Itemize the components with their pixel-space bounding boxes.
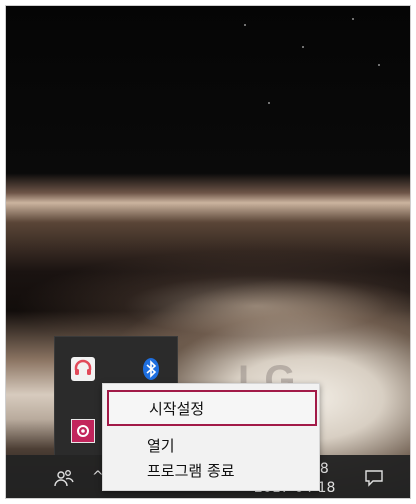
star-dot [244,24,246,26]
star-dot [378,64,380,66]
people-icon[interactable] [54,469,74,491]
star-dot [302,46,304,48]
action-center-icon[interactable] [364,469,384,491]
menu-item-start-settings[interactable]: 시작설정 [107,390,317,426]
settings-icon[interactable] [71,419,95,443]
menu-item-exit-program[interactable]: 프로그램 종료 [107,456,317,486]
star-dot [352,18,354,20]
headset-icon[interactable] [71,357,95,381]
desktop-screen: LG ^ 시작설정 열기 프로그램 종료 [5,5,411,499]
context-menu: 시작설정 열기 프로그램 종료 [102,383,320,491]
star-dot [268,102,270,104]
bluetooth-icon[interactable] [139,357,163,381]
